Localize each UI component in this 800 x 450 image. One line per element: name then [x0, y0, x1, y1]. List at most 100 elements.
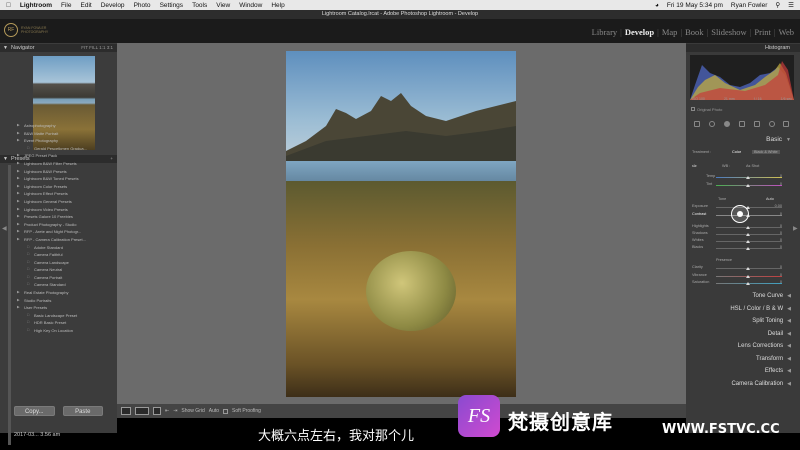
preset-item[interactable]: ▶ Lightroom B&W Presets — [14, 168, 110, 176]
wb-eyedropper-icon[interactable]: ✑ — [692, 163, 697, 170]
tint-slider[interactable] — [716, 184, 782, 187]
blacks-value[interactable]: 0 — [780, 245, 782, 249]
tone-auto-button[interactable]: Auto — [766, 197, 774, 201]
preset-checkbox-icon[interactable]: □ — [27, 259, 29, 267]
folder-triangle-icon[interactable]: ▶ — [17, 304, 20, 312]
preset-item[interactable]: ▶ Real Estate Photography — [14, 289, 110, 297]
navigator-zoom-options[interactable]: FIT FILL 1:1 3:1 — [81, 44, 113, 52]
highlights-value[interactable]: 0 — [780, 224, 782, 228]
blacks-slider-knob[interactable] — [746, 247, 750, 250]
loupe-view-icon[interactable] — [121, 407, 131, 415]
spot-removal-icon[interactable] — [724, 120, 731, 127]
exposure-slider[interactable] — [716, 206, 782, 209]
folder-triangle-icon[interactable]: ▶ — [17, 183, 20, 191]
preset-item[interactable]: □ Basic Landscape Preset — [14, 312, 110, 320]
wifi-icon[interactable]: ◕ — [655, 2, 659, 9]
preset-item[interactable]: ▶ Lightroom Effect Presets — [14, 190, 110, 198]
contrast-value[interactable]: 0 — [780, 212, 782, 216]
folder-triangle-icon[interactable]: ▶ — [17, 152, 20, 160]
preset-item[interactable]: ▶ User Presets — [14, 304, 110, 312]
folder-triangle-icon[interactable]: ▶ — [17, 236, 20, 244]
menu-edit[interactable]: Edit — [81, 2, 92, 9]
folder-triangle-icon[interactable]: ▶ — [17, 130, 20, 138]
preset-item[interactable]: ▶ Event Photography — [14, 137, 110, 145]
preset-item[interactable]: □ Camera Landscape — [14, 259, 110, 267]
menu-tools[interactable]: Tools — [192, 2, 207, 9]
exposure-value[interactable]: 0.00 — [775, 204, 782, 208]
preset-item[interactable]: □ Gerald Pescetkmen Gradua... — [14, 145, 110, 153]
before-after-icon[interactable] — [135, 407, 149, 415]
section-lens-corrections[interactable]: Lens Corrections ◀ — [701, 343, 791, 349]
preset-checkbox-icon[interactable]: □ — [27, 312, 29, 320]
temp-slider[interactable] — [716, 176, 782, 179]
shadows-slider-knob[interactable] — [746, 233, 750, 236]
preset-item[interactable]: ▶ JPEG Preset Pack — [14, 152, 110, 160]
preset-checkbox-icon[interactable]: □ — [27, 319, 29, 327]
preset-item[interactable]: ▶ B&W Matte Portrait — [14, 130, 110, 138]
crop-icon[interactable] — [709, 120, 716, 127]
preset-item[interactable]: □ High Key On Location — [14, 327, 110, 335]
wb-value[interactable]: As Shot — [746, 164, 759, 168]
tint-value[interactable]: 0 — [780, 182, 782, 186]
preset-item[interactable]: ▶ Product Photography - Studio — [14, 221, 110, 229]
preset-item[interactable]: ▶ RFP - Arete and Night Photogr... — [14, 228, 110, 236]
preset-item[interactable]: □ Camera Standard — [14, 281, 110, 289]
highlights-slider[interactable] — [716, 226, 782, 229]
vibrance-slider[interactable] — [716, 275, 782, 278]
temp-value[interactable]: 0 — [780, 174, 782, 178]
section-transform[interactable]: Transform ◀ — [701, 356, 791, 362]
folder-triangle-icon[interactable]: ▶ — [17, 137, 20, 145]
preset-item[interactable]: □ HDR Basic Preset — [14, 319, 110, 327]
module-library[interactable]: Library — [592, 27, 618, 37]
menu-view[interactable]: View — [216, 2, 230, 9]
graduated-filter-icon[interactable] — [753, 120, 760, 127]
apple-icon[interactable]:  — [6, 2, 11, 9]
soft-proofing-checkbox[interactable] — [223, 408, 229, 414]
preset-checkbox-icon[interactable]: □ — [27, 266, 29, 274]
preset-checkbox-icon[interactable]: □ — [27, 145, 29, 153]
preset-item[interactable]: ▶ Studio Portraits — [14, 297, 110, 305]
search-icon[interactable]: ⚲ — [775, 1, 780, 9]
vibrance-slider-knob[interactable] — [746, 275, 750, 278]
whites-value[interactable]: 0 — [780, 238, 782, 242]
presets-scrollbar[interactable] — [8, 165, 11, 445]
yy-view-icon[interactable] — [153, 407, 161, 415]
histogram-header[interactable]: Histogram — [686, 44, 800, 52]
folder-triangle-icon[interactable]: ▶ — [17, 190, 20, 198]
whites-slider-knob[interactable] — [746, 240, 750, 243]
histogram[interactable] — [690, 55, 794, 100]
radial-filter-icon[interactable] — [768, 120, 775, 127]
main-photo[interactable] — [286, 51, 516, 397]
grid-overlay-icon[interactable] — [694, 120, 701, 127]
preset-checkbox-icon[interactable]: □ — [27, 281, 29, 289]
preset-item[interactable]: □ Adobe Standard — [14, 244, 110, 252]
section-hsl[interactable]: HSL / Color / B & W ◀ — [701, 306, 791, 312]
preset-item[interactable]: □ Camera Faithful — [14, 251, 110, 259]
preset-item[interactable]: ▶ RFP - Camera Calibration Preset... — [14, 236, 110, 244]
section-split-toning[interactable]: Split Toning ◀ — [701, 318, 791, 324]
module-slideshow[interactable]: Slideshow — [711, 27, 746, 37]
folder-triangle-icon[interactable]: ▶ — [17, 221, 20, 229]
clarity-value[interactable]: 0 — [780, 265, 782, 269]
highlights-slider-knob[interactable] — [746, 226, 750, 229]
clock[interactable]: Fri 19 May 5:34 pm — [667, 2, 723, 9]
section-effects[interactable]: Effects ◀ — [701, 368, 791, 374]
show-grid-select[interactable]: Auto — [209, 408, 219, 414]
folder-triangle-icon[interactable]: ▶ — [17, 206, 20, 214]
blacks-slider[interactable] — [716, 247, 782, 250]
section-detail[interactable]: Detail ◀ — [701, 331, 791, 337]
copy-settings-icon[interactable]: ⇥ — [173, 408, 177, 414]
menu-help[interactable]: Help — [271, 2, 284, 9]
saturation-slider-knob[interactable] — [746, 282, 750, 285]
tint-slider-knob[interactable] — [746, 184, 750, 187]
folder-triangle-icon[interactable]: ▶ — [17, 160, 20, 168]
folder-triangle-icon[interactable]: ▶ — [17, 228, 20, 236]
menu-file[interactable]: File — [61, 2, 71, 9]
preset-item[interactable]: ▶ Lightroom Color Presets — [14, 183, 110, 191]
temp-slider-knob[interactable] — [746, 176, 750, 179]
module-web[interactable]: Web — [779, 27, 794, 37]
preset-item[interactable]: ▶ Lightroom Video Presets — [14, 206, 110, 214]
preset-item[interactable]: ▶ Astrophotography — [14, 122, 110, 130]
copy-button[interactable]: Copy... — [14, 406, 55, 416]
folder-triangle-icon[interactable]: ▶ — [17, 122, 20, 130]
